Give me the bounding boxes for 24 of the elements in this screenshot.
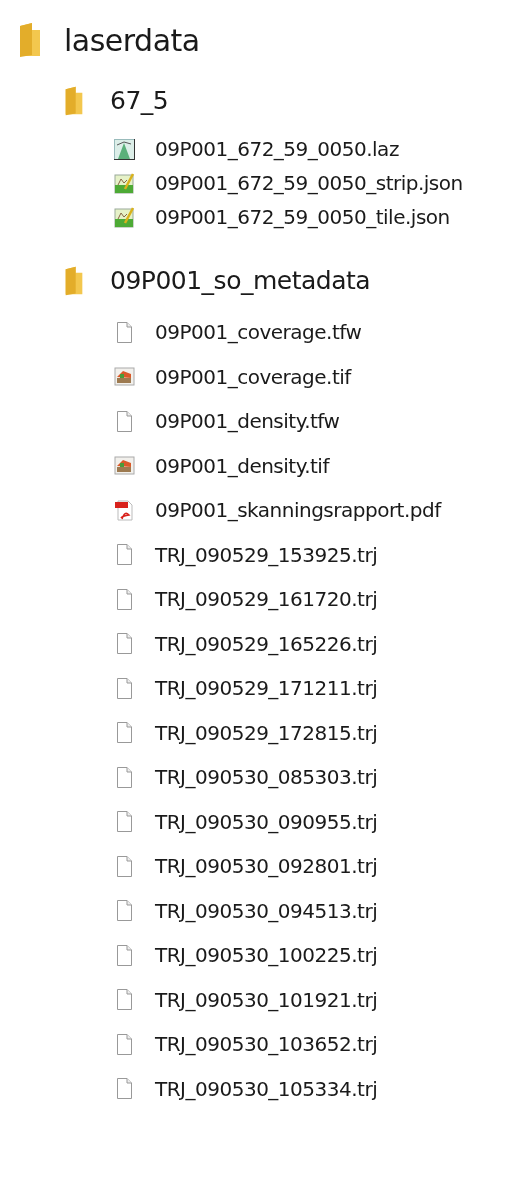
file-name[interactable]: TRJ_090530_100225.trj <box>155 940 378 971</box>
file-name[interactable]: 09P001_672_59_0050_tile.json <box>155 202 450 232</box>
file-name[interactable]: 09P001_skanningsrapport.pdf <box>155 495 441 526</box>
file-name[interactable]: TRJ_090529_153925.trj <box>155 539 378 570</box>
file-name[interactable]: TRJ_090529_171211.trj <box>155 673 378 704</box>
file-name[interactable]: TRJ_090530_085303.trj <box>155 762 378 793</box>
file-name[interactable]: TRJ_090530_103652.trj <box>155 1029 378 1060</box>
file-name[interactable]: 09P001_coverage.tif <box>155 361 351 392</box>
folder-name[interactable]: 09P001_so_metadata <box>110 262 371 300</box>
file-name[interactable]: TRJ_090530_105334.trj <box>155 1073 378 1104</box>
folder-name[interactable]: 67_5 <box>110 82 169 120</box>
file-name[interactable]: 09P001_672_59_0050_strip.json <box>155 168 463 198</box>
file-name[interactable]: 09P001_coverage.tfw <box>155 317 362 348</box>
folder-name[interactable]: laserdata <box>64 17 200 63</box>
file-name[interactable]: TRJ_090529_165226.trj <box>155 628 378 659</box>
file-name[interactable]: 09P001_density.tif <box>155 450 329 481</box>
file-name[interactable]: TRJ_090530_090955.trj <box>155 806 378 837</box>
file-name[interactable]: 09P001_672_59_0050.laz <box>155 134 399 164</box>
file-name[interactable]: TRJ_090530_092801.trj <box>155 851 378 882</box>
file-name[interactable]: TRJ_090529_161720.trj <box>155 584 378 615</box>
file-name[interactable]: 09P001_density.tfw <box>155 406 340 437</box>
file-name[interactable]: TRJ_090529_172815.trj <box>155 717 378 748</box>
file-name[interactable]: TRJ_090530_101921.trj <box>155 984 378 1015</box>
file-name[interactable]: TRJ_090530_094513.trj <box>155 895 378 926</box>
